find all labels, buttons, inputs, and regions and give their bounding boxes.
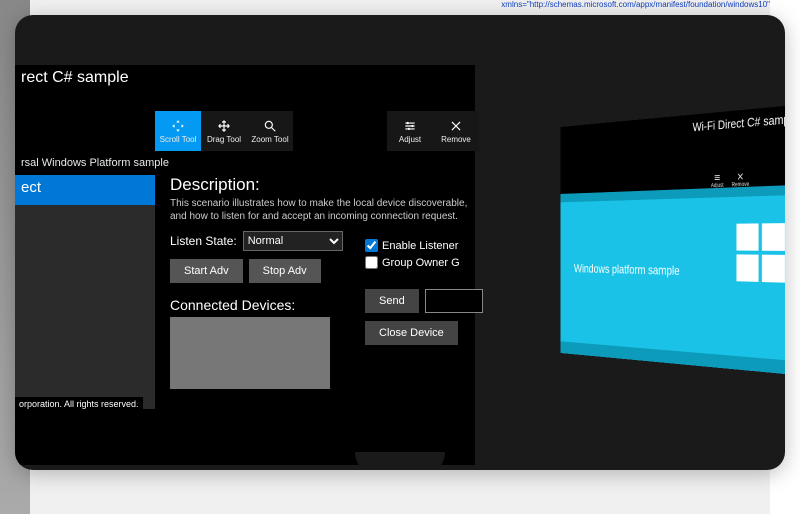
scenario-list-bg — [15, 205, 155, 409]
enable-listener-checkbox[interactable] — [365, 239, 378, 252]
remove-icon — [736, 172, 744, 182]
adjust-label: Adjust — [399, 135, 421, 144]
close-device-button[interactable]: Close Device — [365, 321, 458, 345]
listen-state-label: Listen State: — [170, 234, 237, 248]
app-subtitle: rsal Windows Platform sample — [15, 157, 175, 169]
connected-devices-list[interactable] — [170, 317, 330, 389]
description-heading: Description: — [170, 175, 470, 195]
remove-icon — [449, 119, 463, 133]
toolbar-right: Adjust Remove — [387, 111, 479, 151]
headset-notch — [355, 452, 445, 470]
scenario-content: Description: This scenario illustrates h… — [170, 175, 470, 389]
scenario-selected[interactable]: ect — [15, 175, 155, 205]
zoom-tool-label: Zoom Tool — [251, 135, 288, 144]
zoom-icon — [263, 119, 277, 133]
drag-tool-label: Drag Tool — [207, 135, 241, 144]
send-input[interactable] — [425, 289, 483, 313]
scroll-tool-button[interactable]: Scroll Tool — [155, 111, 201, 151]
bg-code-hint: xmlns="http://schemas.microsoft.com/appx… — [501, 0, 770, 9]
move-icon — [217, 119, 231, 133]
group-owner-label: Group Owner G — [382, 257, 460, 269]
start-adv-button[interactable]: Start Adv — [170, 259, 243, 283]
windows-logo-icon — [736, 223, 785, 285]
zoom-tool-button[interactable]: Zoom Tool — [247, 111, 293, 151]
toolbar: Scroll Tool Drag Tool Zoom Tool — [155, 111, 293, 151]
copyright-text: orporation. All rights reserved. — [15, 397, 143, 411]
options-group: Enable Listener Group Owner G — [365, 239, 460, 273]
emulator-stage: rect C# sample Scroll Tool Drag Tool Zoo… — [15, 15, 785, 470]
listen-state-select[interactable]: Normal — [243, 231, 343, 251]
stop-adv-button[interactable]: Stop Adv — [249, 259, 321, 283]
drag-tool-button[interactable]: Drag Tool — [201, 111, 247, 151]
enable-listener-row[interactable]: Enable Listener — [365, 239, 460, 252]
adjust-icon — [713, 173, 721, 183]
send-button[interactable]: Send — [365, 289, 419, 313]
adjust-icon — [403, 119, 417, 133]
scroll-icon — [171, 119, 185, 133]
app-window-left: rect C# sample Scroll Tool Drag Tool Zoo… — [15, 65, 475, 465]
group-owner-checkbox[interactable] — [365, 256, 378, 269]
description-text: This scenario illustrates how to make th… — [170, 197, 470, 223]
group-owner-row[interactable]: Group Owner G — [365, 256, 460, 269]
scroll-tool-label: Scroll Tool — [160, 135, 197, 144]
app-title: rect C# sample — [15, 65, 135, 91]
app-window-right: Wi-Fi Direct C# sample Adjust Remove Win… — [561, 105, 785, 375]
right-title: Wi-Fi Direct C# sample — [693, 111, 785, 134]
adjust-button[interactable]: Adjust — [387, 111, 433, 151]
enable-listener-label: Enable Listener — [382, 240, 458, 252]
remove-label: Remove — [441, 135, 471, 144]
remove-button[interactable]: Remove — [433, 111, 479, 151]
